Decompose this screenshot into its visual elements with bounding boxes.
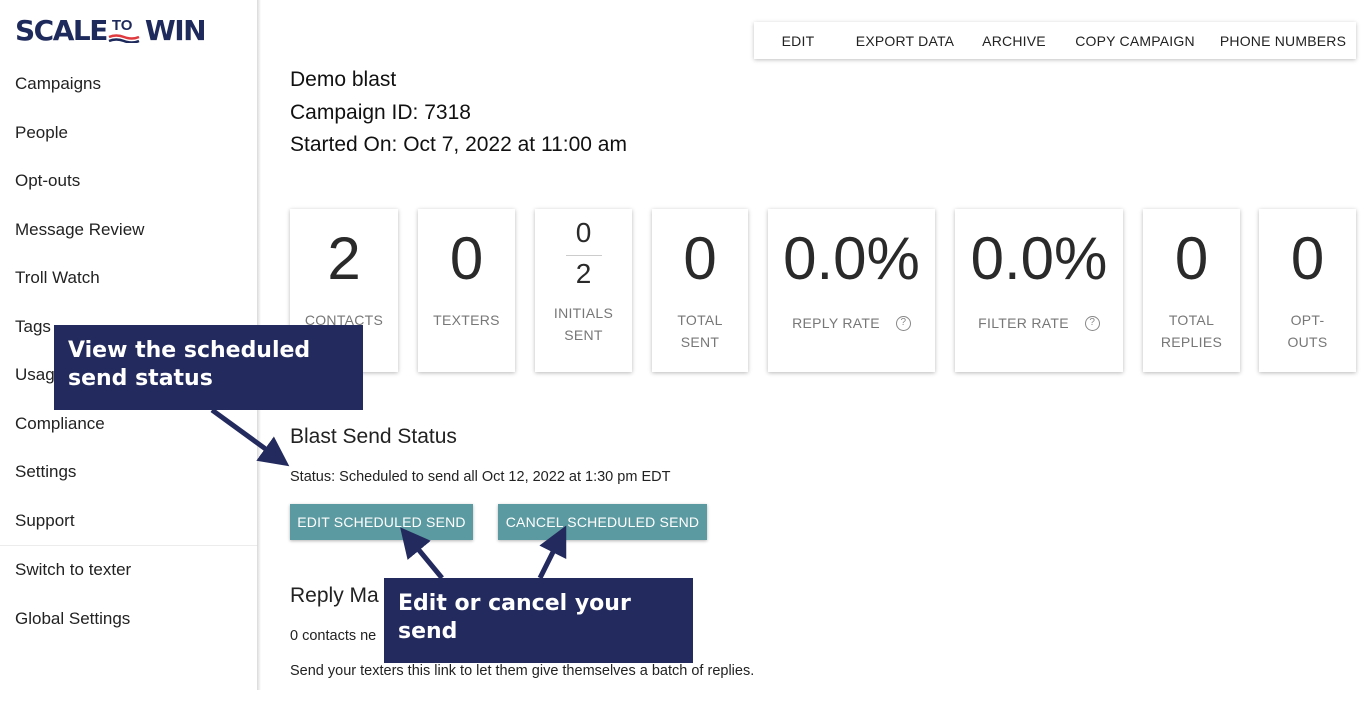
initials-label-line1: INITIALS [553, 305, 614, 321]
phone-numbers-button[interactable]: PHONE NUMBERS [1210, 22, 1356, 59]
total-sent-label: TOTAL SENT [652, 309, 748, 353]
initials-divider [565, 255, 602, 256]
logo-to-mark: TO [108, 15, 144, 47]
reply-contacts-text: 0 contacts ne [290, 628, 377, 644]
stat-card-reply-rate: 0.0% REPLY RATE ? [768, 209, 935, 372]
opt-outs-label: OPT- OUTS [1259, 309, 1356, 353]
reply-section-title: Reply Ma [290, 584, 379, 607]
total-replies-label-line1: TOTAL [1168, 312, 1215, 328]
stat-card-texters: 0 TEXTERS [418, 209, 515, 372]
total-sent-label-line2: SENT [680, 334, 720, 350]
campaign-name: Demo blast [290, 68, 397, 91]
sidebar-item-global-settings[interactable]: Global Settings [0, 595, 258, 644]
texters-label: TEXTERS [433, 312, 500, 328]
initials-total-count: 2 [575, 258, 592, 289]
total-replies-count: 0 [1174, 225, 1209, 292]
filter-rate-label: FILTER RATE [978, 315, 1069, 331]
export-data-button[interactable]: EXPORT DATA [842, 22, 968, 59]
stat-card-initials-sent: 0 2 INITIALS SENT [535, 209, 632, 372]
stat-card-total-sent: 0 TOTAL SENT [652, 209, 748, 372]
sidebar-item-switch-to-texter[interactable]: Switch to texter [0, 546, 258, 595]
campaign-started-on: Started On: Oct 7, 2022 at 11:00 am [290, 133, 627, 156]
edit-callout-line1: Edit or cancel your [398, 591, 631, 616]
sidebar-item-opt-outs[interactable]: Opt-outs [0, 157, 258, 206]
blast-send-status-title: Blast Send Status [290, 425, 457, 448]
stat-card-filter-rate: 0.0% FILTER RATE ? [955, 209, 1123, 372]
sidebar-item-message-review[interactable]: Message Review [0, 206, 258, 255]
contacts-count: 2 [327, 225, 361, 292]
edit-cancel-callout: Edit or cancel your send [384, 578, 693, 663]
edit-callout-line2: send [398, 619, 458, 644]
opt-outs-count: 0 [1290, 225, 1325, 292]
texters-count: 0 [449, 225, 484, 292]
reply-rate-label: REPLY RATE [792, 315, 880, 331]
initials-sent-label: INITIALS SENT [535, 302, 632, 346]
total-replies-label: TOTAL REPLIES [1143, 309, 1240, 353]
copy-campaign-button[interactable]: COPY CAMPAIGN [1060, 22, 1210, 59]
logo-text-win: WIN [144, 14, 207, 47]
reply-link-text: Send your texters this link to let them … [290, 663, 755, 679]
initials-label-line2: SENT [564, 327, 603, 343]
sidebar-item-people[interactable]: People [0, 109, 258, 158]
opt-outs-label-line1: OPT- [1290, 312, 1325, 328]
status-callout-line1: View the scheduled [68, 338, 311, 363]
reply-rate-label-row: REPLY RATE ? [768, 315, 935, 331]
cancel-scheduled-send-button[interactable]: CANCEL SCHEDULED SEND [498, 504, 707, 540]
filter-rate-value: 0.0% [970, 225, 1108, 292]
sidebar-item-support[interactable]: Support [0, 497, 258, 546]
question-circle-icon[interactable]: ? [895, 315, 911, 331]
reply-rate-value: 0.0% [783, 225, 920, 292]
campaign-id: Campaign ID: 7318 [290, 100, 471, 124]
archive-button[interactable]: ARCHIVE [968, 22, 1060, 59]
sidebar-item-troll-watch[interactable]: Troll Watch [0, 254, 258, 303]
stat-card-total-replies: 0 TOTAL REPLIES [1143, 209, 1240, 372]
opt-outs-label-line2: OUTS [1287, 334, 1328, 350]
sidebar-item-campaigns[interactable]: Campaigns [0, 60, 258, 109]
initials-sent-count: 0 [575, 217, 592, 248]
total-sent-label-line1: TOTAL [677, 312, 723, 328]
status-callout-line2: send status [68, 366, 213, 391]
logo-text-scale: SCALE [15, 14, 108, 47]
campaign-toolbar: EDIT EXPORT DATA ARCHIVE COPY CAMPAIGN P… [754, 22, 1356, 59]
total-sent-count: 0 [683, 225, 717, 292]
edit-scheduled-send-button[interactable]: EDIT SCHEDULED SEND [290, 504, 473, 540]
question-circle-icon[interactable]: ? [1084, 315, 1100, 331]
edit-button[interactable]: EDIT [754, 22, 842, 59]
blast-status-text: Status: Scheduled to send all Oct 12, 20… [290, 469, 671, 485]
stat-card-opt-outs: 0 OPT- OUTS [1259, 209, 1356, 372]
sidebar-item-settings[interactable]: Settings [0, 448, 258, 497]
filter-rate-label-row: FILTER RATE ? [955, 315, 1123, 331]
logo-text-to: TO [111, 17, 133, 34]
arrow-to-cancel-button [537, 525, 567, 580]
arrow-to-edit-button [400, 527, 444, 580]
scale-to-win-logo[interactable]: SCALE TO WIN [15, 14, 207, 48]
status-callout: View the scheduled send status [54, 325, 363, 410]
logo-flag-icon [108, 34, 140, 43]
total-replies-label-line2: REPLIES [1160, 334, 1223, 350]
campaign-header: Demo blast Campaign ID: 7318 Started On:… [290, 64, 627, 162]
